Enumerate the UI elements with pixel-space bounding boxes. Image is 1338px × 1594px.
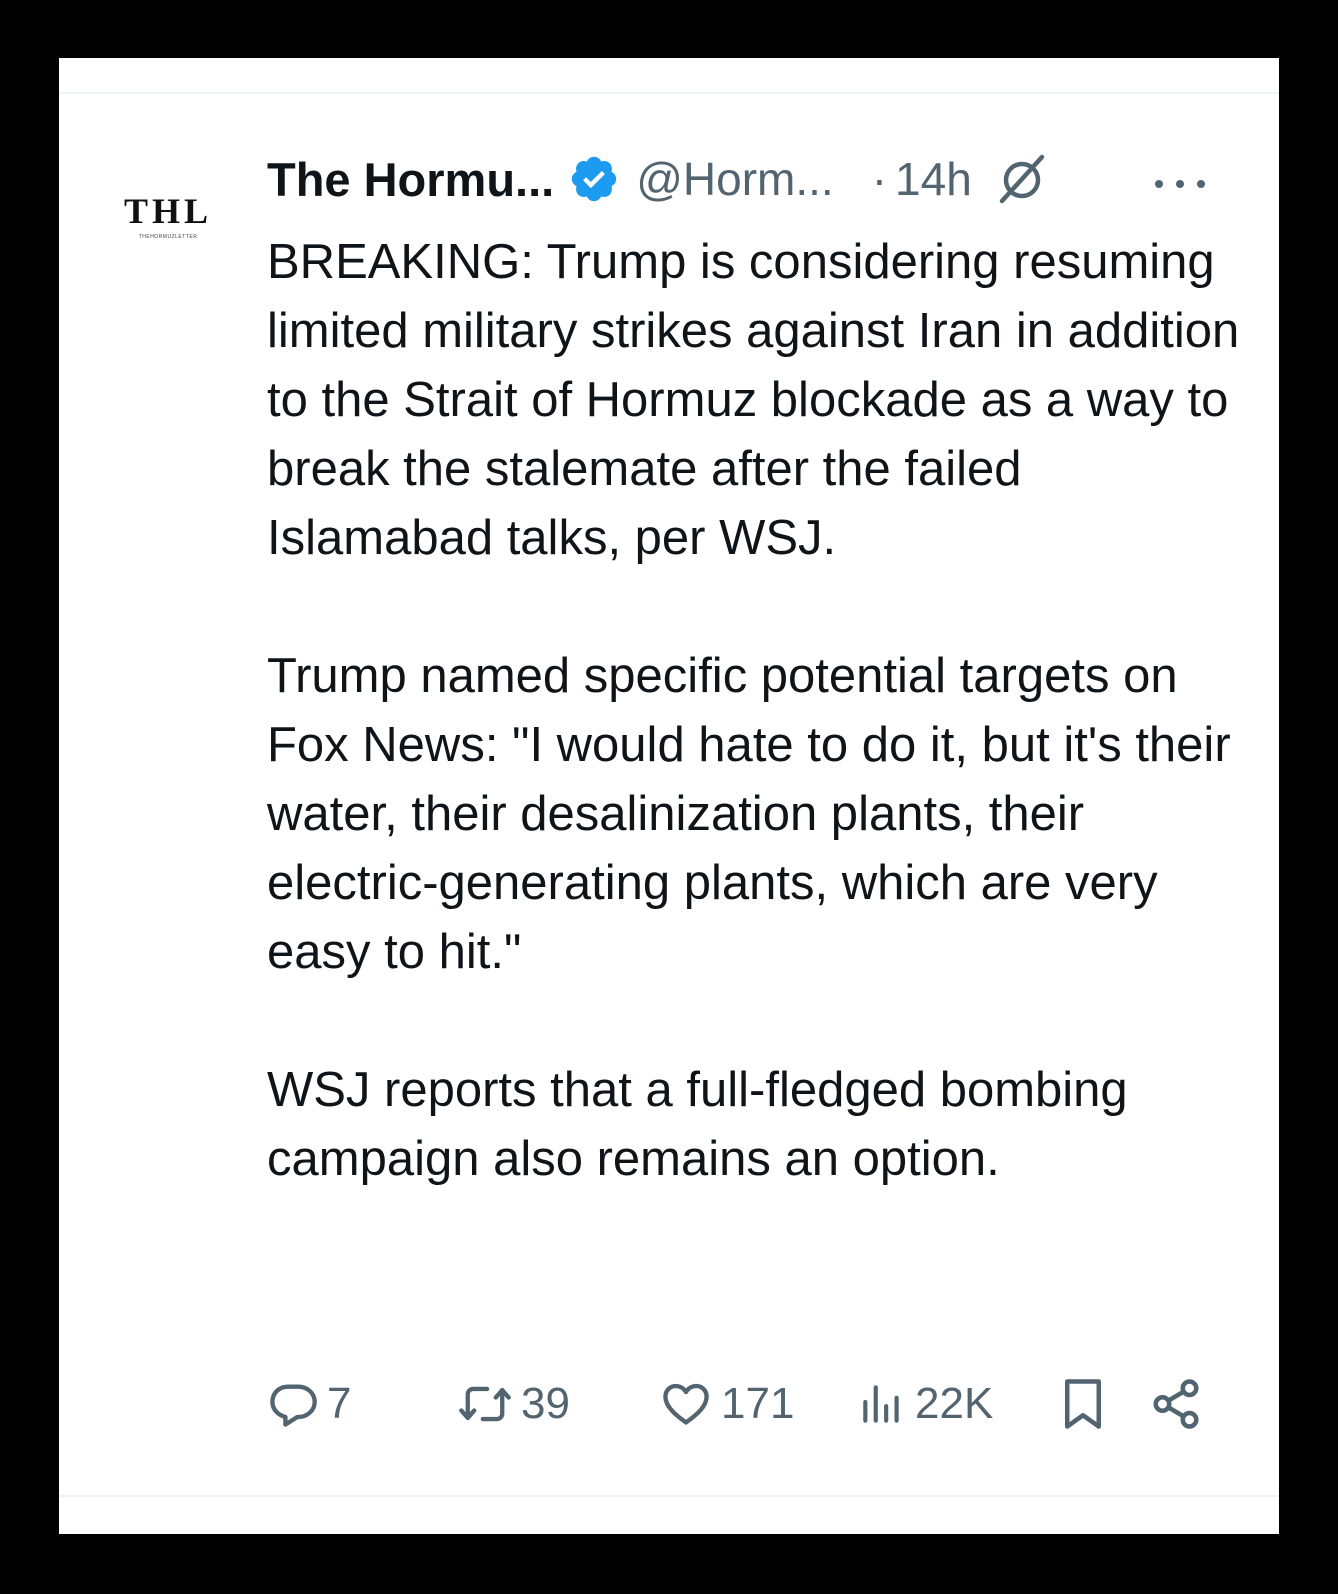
grok-icon[interactable]	[992, 149, 1052, 209]
separator-dot: ·	[871, 153, 888, 205]
reply-count: 7	[327, 1379, 352, 1428]
avatar-logo-subtext: THEHORMUZLETTER	[138, 234, 198, 240]
like-button[interactable]: 171	[659, 1374, 794, 1434]
share-icon	[1149, 1377, 1203, 1431]
top-divider	[59, 92, 1279, 94]
heart-icon	[659, 1378, 713, 1430]
verified-badge-icon[interactable]	[568, 153, 620, 205]
retweet-button[interactable]: 39	[457, 1374, 570, 1434]
views-button[interactable]: 22K	[857, 1374, 993, 1434]
share-button[interactable]	[1149, 1374, 1203, 1434]
timestamp[interactable]: 14h	[895, 152, 972, 206]
tweet-header: The Hormu... @Horm... · 14h	[267, 150, 1267, 208]
display-name[interactable]: The Hormu...	[267, 152, 554, 207]
tweet-paragraph: Trump named specific potential targets o…	[267, 649, 1231, 979]
retweet-icon	[457, 1378, 513, 1430]
more-options-icon[interactable]	[1155, 174, 1205, 194]
avatar-logo-text: THL	[123, 191, 213, 231]
reply-icon	[267, 1378, 319, 1430]
views-count: 22K	[915, 1379, 994, 1428]
avatar[interactable]: THL THEHORMUZLETTER	[112, 148, 224, 260]
handle[interactable]: @Horm...	[636, 152, 833, 206]
bottom-divider	[59, 1495, 1279, 1497]
bookmark-icon	[1059, 1377, 1107, 1431]
retweet-count: 39	[521, 1379, 570, 1428]
tweet-text: BREAKING: Trump is considering resuming …	[267, 228, 1257, 1194]
tweet-paragraph: WSJ reports that a full-fledged bombing …	[267, 1063, 1128, 1186]
like-count: 171	[721, 1379, 795, 1428]
tweet-paragraph: BREAKING: Trump is considering resuming …	[267, 235, 1240, 565]
views-icon	[857, 1378, 907, 1430]
action-bar: 7 39 171 22K	[267, 1374, 1207, 1434]
reply-button[interactable]: 7	[267, 1374, 351, 1434]
bookmark-button[interactable]	[1059, 1374, 1107, 1434]
tweet-card: THL THEHORMUZLETTER The Hormu... @Horm..…	[59, 58, 1279, 1534]
